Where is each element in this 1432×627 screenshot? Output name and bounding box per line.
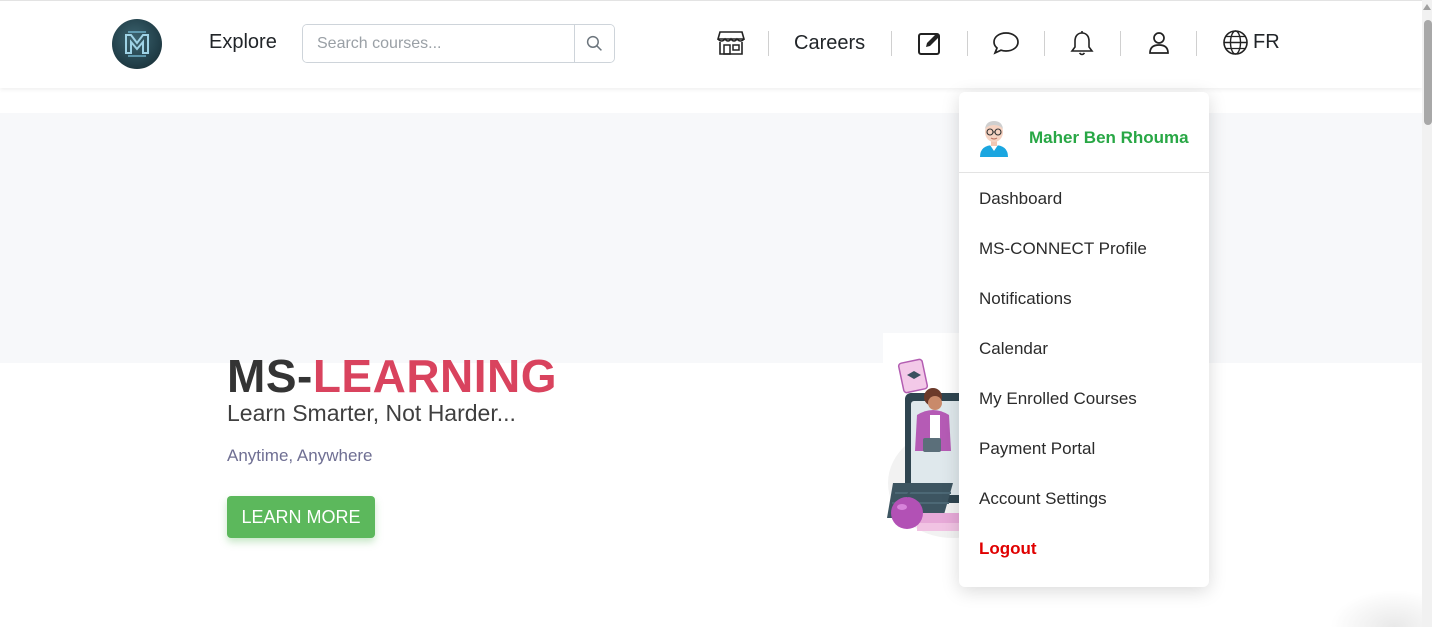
menu-item-dashboard[interactable]: Dashboard <box>979 189 1062 209</box>
hero-illustration <box>883 333 963 538</box>
notifications-button[interactable] <box>1070 29 1094 57</box>
ms-logo[interactable] <box>112 19 162 69</box>
user-name: Maher Ben Rhouma <box>1029 128 1189 147</box>
nav-divider <box>967 31 968 56</box>
hero-title: MS-LEARNING <box>227 349 557 403</box>
nav-divider <box>1120 31 1121 56</box>
user-dropdown-menu: Maher Ben Rhouma Dashboard MS-CONNECT Pr… <box>959 92 1209 587</box>
avatar <box>980 121 1008 157</box>
careers-link[interactable]: Careers <box>794 32 865 55</box>
search-button[interactable] <box>574 25 614 62</box>
user-icon <box>1149 32 1169 54</box>
dropdown-header: Maher Ben Rhouma <box>959 92 1209 173</box>
menu-item-ms-connect-profile[interactable]: MS-CONNECT Profile <box>979 239 1147 259</box>
explore-link[interactable]: Explore <box>209 31 277 54</box>
menu-item-enrolled-courses[interactable]: My Enrolled Courses <box>979 389 1137 409</box>
bell-icon <box>1070 30 1094 55</box>
menu-item-payment-portal[interactable]: Payment Portal <box>979 439 1095 459</box>
store-icon <box>717 31 745 55</box>
user-menu-button[interactable] <box>1148 29 1170 57</box>
edit-button[interactable] <box>917 29 943 57</box>
logo-icon <box>125 31 149 57</box>
search-input[interactable] <box>303 25 574 62</box>
edit-icon <box>918 33 940 55</box>
chat-icon <box>993 32 1019 55</box>
store-button[interactable] <box>716 29 746 57</box>
nav-divider <box>1044 31 1045 56</box>
scrollbar-thumb[interactable] <box>1424 20 1432 125</box>
search-icon <box>586 35 602 51</box>
menu-item-account-settings[interactable]: Account Settings <box>979 489 1107 509</box>
nav-divider <box>891 31 892 56</box>
logout-link[interactable]: Logout <box>979 539 1037 559</box>
globe-icon <box>1223 30 1248 55</box>
nav-divider <box>768 31 769 56</box>
nav-divider <box>1196 31 1197 56</box>
hero-title-prefix: MS- <box>227 350 313 402</box>
language-switch[interactable]: FR <box>1222 29 1280 56</box>
top-navbar: Explore Careers <box>0 0 1422 88</box>
hero-subtitle: Learn Smarter, Not Harder... <box>227 400 516 426</box>
scroll-up-arrow[interactable] <box>1423 4 1431 10</box>
hero-title-highlight: LEARNING <box>312 350 558 402</box>
language-label: FR <box>1253 31 1280 53</box>
decorative-shadow <box>1330 590 1422 627</box>
student-laptop-illustration <box>887 358 963 538</box>
hero-tagline: Anytime, Anywhere <box>227 446 373 465</box>
menu-item-calendar[interactable]: Calendar <box>979 339 1048 359</box>
menu-item-notifications[interactable]: Notifications <box>979 289 1072 309</box>
messages-button[interactable] <box>992 29 1020 57</box>
learn-more-button[interactable]: LEARN MORE <box>227 496 375 538</box>
search-box <box>302 24 615 63</box>
